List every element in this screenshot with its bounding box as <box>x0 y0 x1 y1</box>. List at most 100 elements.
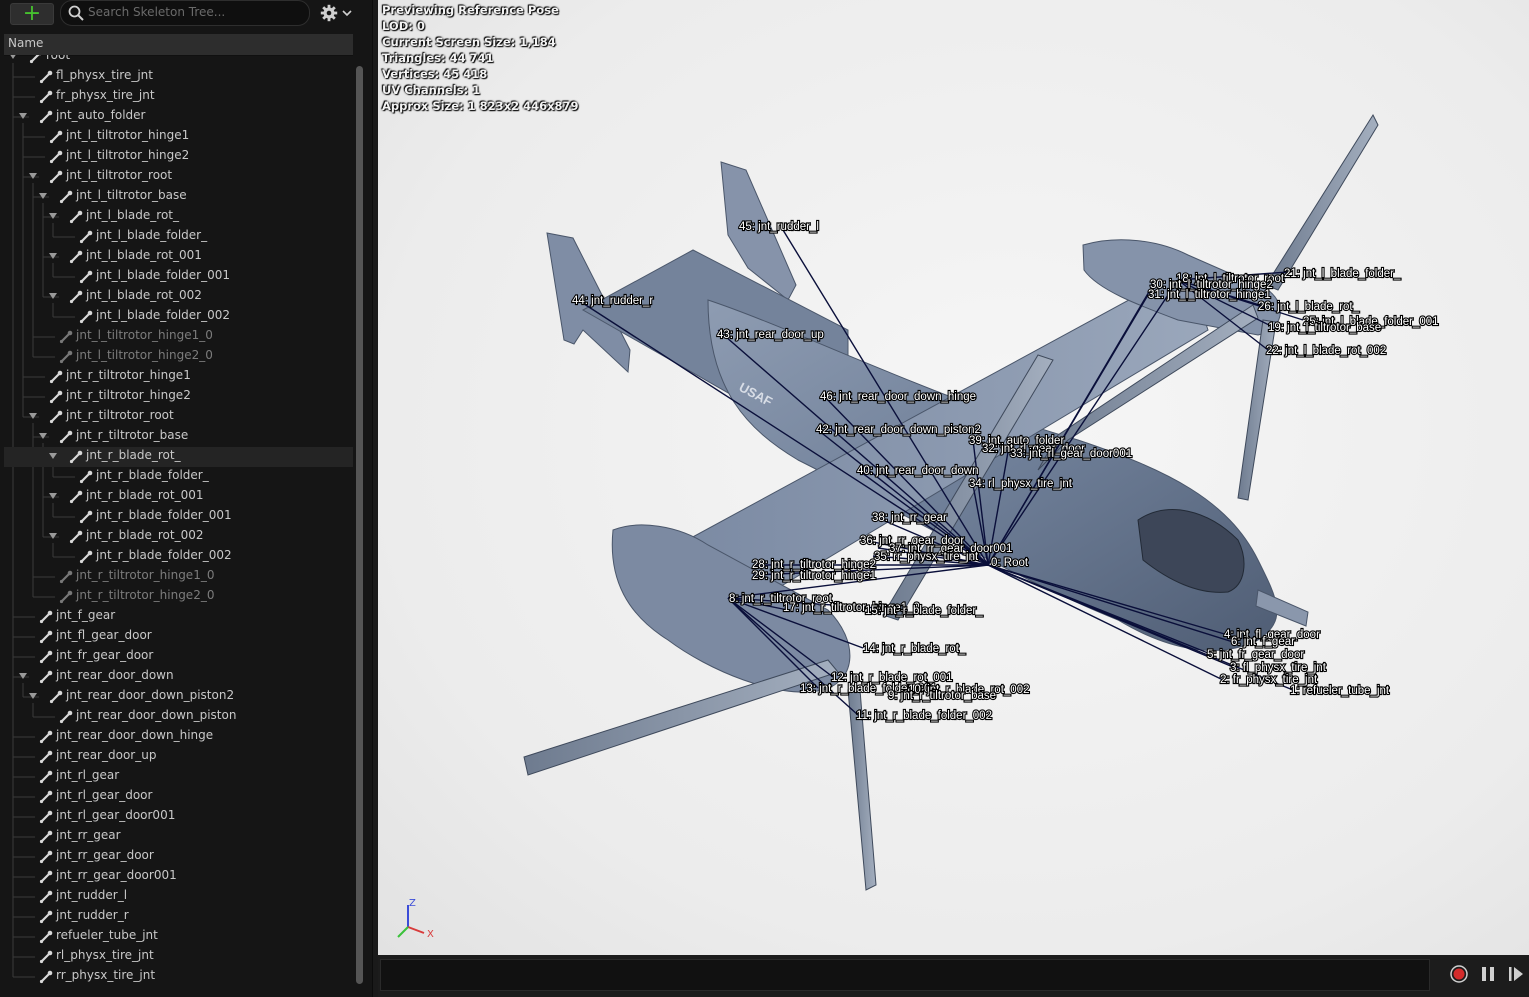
tree-row[interactable]: jnt_l_blade_rot_ <box>4 207 353 227</box>
bone-label: 38: jnt_rr_gear <box>872 512 947 524</box>
expand-arrow-icon[interactable] <box>48 531 58 541</box>
tree-row[interactable]: jnt_rear_door_down_piston <box>4 707 353 727</box>
preview-viewport[interactable]: USAF 45: jnt_rudder_l 44: jnt_rudder_r 4… <box>378 0 1529 955</box>
tree-row[interactable]: jnt_rr_gear <box>4 827 353 847</box>
tree-row-label: jnt_l_blade_folder_002 <box>96 308 231 322</box>
gear-icon <box>320 4 338 22</box>
tree-row[interactable]: jnt_l_blade_folder_001 <box>4 267 353 287</box>
tree-row[interactable]: jnt_r_blade_rot_002 <box>4 527 353 547</box>
expand-arrow-icon[interactable] <box>28 171 38 181</box>
tree-row-label: jnt_l_blade_rot_001 <box>86 248 202 262</box>
tree-row[interactable]: jnt_r_tiltrotor_base <box>4 427 353 447</box>
search-input[interactable] <box>88 3 298 21</box>
tree-row-label: jnt_r_blade_rot_001 <box>86 488 204 502</box>
step-forward-icon[interactable] <box>1506 964 1526 984</box>
expand-arrow-icon[interactable] <box>18 111 28 121</box>
tree-row-label: jnt_r_tiltrotor_hinge1 <box>66 368 191 382</box>
bone-icon <box>69 490 83 504</box>
pause-icon[interactable] <box>1478 964 1498 984</box>
tree-row[interactable]: jnt_l_blade_rot_002 <box>4 287 353 307</box>
bone-icon <box>49 410 63 424</box>
tree-row[interactable]: jnt_r_tiltrotor_hinge1 <box>4 367 353 387</box>
tree-row[interactable]: jnt_r_tiltrotor_hinge2 <box>4 387 353 407</box>
tree-row-label: jnt_r_tiltrotor_hinge1_0 <box>76 568 215 582</box>
tree-row[interactable]: jnt_r_tiltrotor_hinge2_0 <box>4 587 353 607</box>
tree-row[interactable]: rr_physx_tire_jnt <box>4 967 353 987</box>
tree-row-label: jnt_rl_gear <box>56 768 120 782</box>
search-box[interactable] <box>60 0 310 26</box>
tree-row[interactable]: jnt_l_tiltrotor_root <box>4 167 353 187</box>
bone-label: 6: jnt_f_gear <box>1231 636 1295 648</box>
tree-row[interactable]: jnt_fr_gear_door <box>4 647 353 667</box>
expand-arrow-icon[interactable] <box>48 211 58 221</box>
expand-arrow-icon[interactable] <box>48 251 58 261</box>
tree-row-label: jnt_rear_door_down_piston <box>76 708 237 722</box>
bone-icon <box>59 710 73 724</box>
tree-row-label: jnt_rear_door_down_hinge <box>56 728 214 742</box>
expand-arrow-icon[interactable] <box>38 431 48 441</box>
tree-row[interactable]: jnt_rear_door_down_piston2 <box>4 687 353 707</box>
tree-row[interactable]: jnt_rl_gear_door001 <box>4 807 353 827</box>
tree-row[interactable]: jnt_l_blade_folder_002 <box>4 307 353 327</box>
tree-row[interactable]: jnt_l_tiltrotor_hinge1_0 <box>4 327 353 347</box>
timeline-scrubber[interactable] <box>380 959 1430 991</box>
tree-row[interactable]: jnt_rudder_r <box>4 907 353 927</box>
tree-row-label: jnt_rl_gear_door <box>56 788 153 802</box>
tree-row[interactable]: root <box>4 55 353 67</box>
lower-rotor-blade-2 <box>523 659 839 776</box>
bone-label: 0: Root <box>991 557 1029 569</box>
tree-row[interactable]: jnt_l_tiltrotor_hinge2 <box>4 147 353 167</box>
tree-row[interactable]: fr_physx_tire_jnt <box>4 87 353 107</box>
tree-row[interactable]: jnt_f_gear <box>4 607 353 627</box>
tree-row[interactable]: fl_physx_tire_jnt <box>4 67 353 87</box>
tree-row[interactable]: jnt_rudder_l <box>4 887 353 907</box>
tree-row[interactable]: rl_physx_tire_jnt <box>4 947 353 967</box>
expand-arrow-icon[interactable] <box>18 671 28 681</box>
expand-arrow-icon[interactable] <box>48 491 58 501</box>
tree-row[interactable]: jnt_l_tiltrotor_hinge1 <box>4 127 353 147</box>
expand-arrow-icon[interactable] <box>8 55 18 61</box>
tree-row[interactable]: jnt_l_blade_rot_001 <box>4 247 353 267</box>
bone-icon <box>49 130 63 144</box>
expand-arrow-icon[interactable] <box>38 191 48 201</box>
bone-label: 14: jnt_r_blade_rot_ <box>863 643 966 655</box>
tree-row[interactable]: jnt_rl_gear <box>4 767 353 787</box>
tree-row[interactable]: jnt_r_tiltrotor_root <box>4 407 353 427</box>
tree-row[interactable]: jnt_r_blade_folder_ <box>4 467 353 487</box>
tree-row[interactable]: jnt_auto_folder <box>4 107 353 127</box>
tree-row[interactable]: jnt_rear_door_up <box>4 747 353 767</box>
expand-arrow-icon[interactable] <box>48 291 58 301</box>
bone-label: 40: jnt_rear_door_down <box>857 465 978 477</box>
record-icon[interactable] <box>1449 964 1469 984</box>
tree-row-label: jnt_rr_gear_door <box>56 848 154 862</box>
tree-row[interactable]: jnt_rl_gear_door <box>4 787 353 807</box>
tree-row[interactable]: jnt_r_tiltrotor_hinge1_0 <box>4 567 353 587</box>
tree-column-header[interactable]: Name <box>4 34 353 56</box>
expand-arrow-icon[interactable] <box>28 411 38 421</box>
tree-row[interactable]: jnt_r_blade_rot_ <box>4 447 353 467</box>
tree-row[interactable]: jnt_rear_door_down <box>4 667 353 687</box>
playback-bar <box>378 955 1529 997</box>
tree-row[interactable]: refueler_tube_jnt <box>4 927 353 947</box>
expand-arrow-icon[interactable] <box>28 691 38 701</box>
tree-row[interactable]: jnt_rr_gear_door <box>4 847 353 867</box>
bone-icon <box>69 210 83 224</box>
tree-row[interactable]: jnt_rr_gear_door001 <box>4 867 353 887</box>
tree-row[interactable]: jnt_r_blade_rot_001 <box>4 487 353 507</box>
add-button[interactable]: + <box>10 3 54 25</box>
tree-row[interactable]: jnt_l_tiltrotor_hinge2_0 <box>4 347 353 367</box>
settings-button[interactable] <box>318 2 358 24</box>
tree-scrollbar[interactable] <box>355 66 365 986</box>
tree-row[interactable]: jnt_r_blade_folder_001 <box>4 507 353 527</box>
scrollbar-thumb[interactable] <box>356 66 363 984</box>
bone-icon <box>59 190 73 204</box>
tree-row-label: rl_physx_tire_jnt <box>56 948 154 962</box>
tree-row[interactable]: jnt_l_blade_folder_ <box>4 227 353 247</box>
tree-row[interactable]: jnt_r_blade_folder_002 <box>4 547 353 567</box>
expand-arrow-icon[interactable] <box>48 451 58 461</box>
tree-row[interactable]: jnt_rear_door_down_hinge <box>4 727 353 747</box>
tree-row[interactable]: jnt_fl_gear_door <box>4 627 353 647</box>
tree-row-label: jnt_r_blade_folder_001 <box>96 508 232 522</box>
tree-row[interactable]: jnt_l_tiltrotor_base <box>4 187 353 207</box>
tree-row-label: jnt_auto_folder <box>56 108 146 122</box>
